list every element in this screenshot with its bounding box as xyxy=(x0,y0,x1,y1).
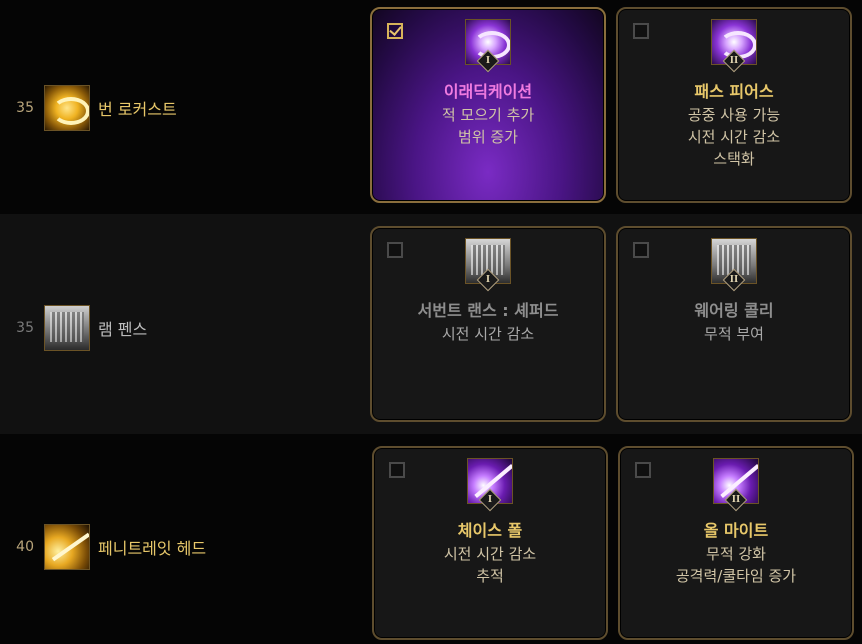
desc-line: 무적 강화 xyxy=(706,545,766,563)
desc-line: 시전 시간 감소 xyxy=(687,128,781,146)
skill-level: 40 xyxy=(16,539,34,555)
option-description: 공중 사용 가능 시전 시간 감소 스택화 xyxy=(618,104,850,170)
option-card-servant-lance[interactable]: I 서번트 랜스 : 셰퍼드 시전 시간 감소 xyxy=(370,226,606,422)
skill-row-burn-locust: 35 번 로커스트 I 이래딕케이션 적 모으기 추가 범위 증가 II 패스 … xyxy=(0,0,862,214)
option-card-pass-pierce[interactable]: II 패스 피어스 공중 사용 가능 시전 시간 감소 스택화 xyxy=(616,7,852,203)
option-title: 체이스 폴 xyxy=(457,521,523,540)
option-checkbox[interactable] xyxy=(633,23,649,39)
desc-line: 시전 시간 감소 xyxy=(441,325,535,343)
desc-line: 적 모으기 추가 xyxy=(441,106,535,124)
desc-line: 무적 부여 xyxy=(704,325,764,343)
option-title: 올 마이트 xyxy=(703,521,769,540)
option-checkbox[interactable] xyxy=(635,462,651,478)
option-card-wearing-collie[interactable]: II 웨어링 콜리 무적 부여 xyxy=(616,226,852,422)
option-title: 웨어링 콜리 xyxy=(694,301,774,320)
skill-entry: 40 페니트레잇 헤드 xyxy=(0,524,206,570)
skill-level: 35 xyxy=(16,320,34,336)
skill-row-penetrate-head: 40 페니트레잇 헤드 I 체이스 폴 시전 시간 감소 추적 II 올 마이트… xyxy=(0,434,862,644)
skill-entry: 35 번 로커스트 xyxy=(0,85,177,131)
option-title: 이래딕케이션 xyxy=(443,82,533,101)
skill-entry: 35 램 펜스 xyxy=(0,305,147,351)
option-title: 패스 피어스 xyxy=(694,82,774,101)
desc-line: 범위 증가 xyxy=(458,128,518,146)
option-card-chase-fall[interactable]: I 체이스 폴 시전 시간 감소 추적 xyxy=(372,446,608,640)
option-checkbox[interactable] xyxy=(387,242,403,258)
penetrate-head-icon xyxy=(44,524,90,570)
option-description: 적 모으기 추가 범위 증가 xyxy=(372,104,604,148)
option-checkbox[interactable] xyxy=(387,23,403,39)
option-card-all-might[interactable]: II 올 마이트 무적 강화 공격력/쿨타임 증가 xyxy=(618,446,854,640)
desc-line: 스택화 xyxy=(713,150,755,168)
skill-name: 램 펜스 xyxy=(98,320,148,339)
skill-level: 35 xyxy=(16,100,34,116)
desc-line: 공중 사용 가능 xyxy=(687,106,781,124)
option-checkbox[interactable] xyxy=(633,242,649,258)
desc-line: 추적 xyxy=(476,567,504,585)
option-checkbox[interactable] xyxy=(389,462,405,478)
option-description: 시전 시간 감소 추적 xyxy=(374,543,606,587)
skill-name: 페니트레잇 헤드 xyxy=(98,539,207,558)
burn-locust-icon xyxy=(44,85,90,131)
desc-line: 공격력/쿨타임 증가 xyxy=(675,567,797,585)
skill-row-lamb-fence: 35 램 펜스 I 서번트 랜스 : 셰퍼드 시전 시간 감소 II 웨어링 콜… xyxy=(0,214,862,434)
desc-line: 시전 시간 감소 xyxy=(443,545,537,563)
option-title: 서번트 랜스 : 셰퍼드 xyxy=(417,301,559,320)
option-description: 시전 시간 감소 xyxy=(372,323,604,345)
skill-name: 번 로커스트 xyxy=(98,100,177,119)
lamb-fence-icon xyxy=(44,305,90,351)
option-description: 무적 부여 xyxy=(618,323,850,345)
option-card-eradication[interactable]: I 이래딕케이션 적 모으기 추가 범위 증가 xyxy=(370,7,606,203)
option-description: 무적 강화 공격력/쿨타임 증가 xyxy=(620,543,852,587)
